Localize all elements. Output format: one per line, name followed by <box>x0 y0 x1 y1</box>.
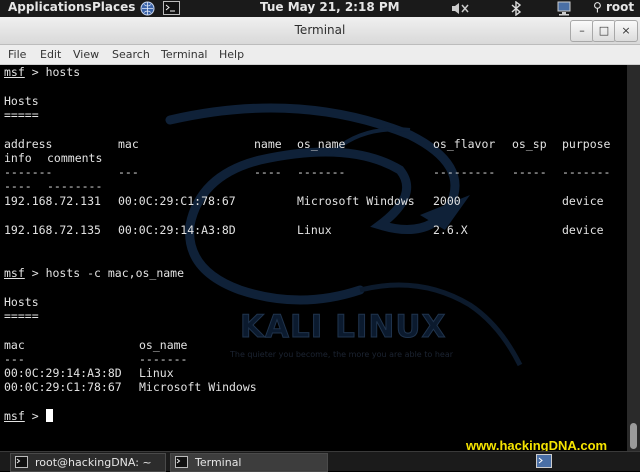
header-os-sp: os_sp <box>512 137 547 151</box>
globe-icon[interactable] <box>140 1 155 18</box>
menubar: File Edit View Search Terminal Help <box>0 45 640 65</box>
prompt-separator: > <box>24 65 46 79</box>
window-titlebar[interactable]: Terminal – □ × <box>0 17 640 45</box>
t2-row1-mac: 00:0C:29:14:A3:8D <box>4 366 122 380</box>
header-info: info <box>4 151 32 165</box>
command-text: hosts -c mac,os_name <box>45 266 185 280</box>
taskbar-item-terminal[interactable]: Terminal <box>170 453 328 472</box>
dash-os-flavor: --------- <box>433 165 496 179</box>
row2-mac: 00:0C:29:14:A3:8D <box>118 223 236 237</box>
applications-menu[interactable]: Applications <box>8 0 92 17</box>
terminal-icon <box>15 456 28 468</box>
dash-comments: -------- <box>47 179 103 193</box>
bluetooth-icon[interactable] <box>510 0 522 18</box>
user-menu[interactable]: ⚲ root <box>593 0 634 17</box>
t2-header-os-name: os_name <box>139 338 188 352</box>
t2-dash-mac: --- <box>4 352 25 366</box>
row2-address: 192.168.72.135 <box>4 223 101 237</box>
user-label: root <box>605 0 635 14</box>
row2-purpose: device <box>562 223 604 237</box>
row1-address: 192.168.72.131 <box>4 194 101 208</box>
hosts-heading-2: Hosts <box>4 295 39 309</box>
clock[interactable]: Tue May 21, 2:18 PM <box>260 0 400 17</box>
menu-view[interactable]: View <box>73 48 99 61</box>
volume-icon[interactable] <box>450 1 472 18</box>
terminal-area[interactable]: KALI LINUX The quieter you become, the m… <box>0 65 627 451</box>
maximize-button[interactable]: □ <box>592 20 616 42</box>
window-title: Terminal <box>294 23 346 37</box>
dash-os-sp: ----- <box>512 165 547 179</box>
top-panel: Applications Places Tue May 21, 2:18 PM … <box>0 0 640 17</box>
t2-row1-os-name: Linux <box>139 366 174 380</box>
header-address: address <box>4 137 53 151</box>
hosts-rule-2: ===== <box>4 309 39 323</box>
dash-mac: --- <box>118 165 139 179</box>
kali-wallpaper-brand: KALI LINUX <box>239 309 447 346</box>
row1-purpose: device <box>562 194 604 208</box>
header-name: name <box>254 137 282 151</box>
row2-os-flavor: 2.6.X <box>433 223 468 237</box>
user-icon: ⚲ <box>593 0 602 14</box>
bottom-panel: root@hackingDNA: ~ Terminal <box>0 451 640 472</box>
command-line-2: msf > hosts -c mac,os_name <box>4 266 184 280</box>
hosts-heading: Hosts <box>4 94 39 108</box>
row2-os-name: Linux <box>297 223 332 237</box>
header-os-name: os_name <box>297 137 346 151</box>
taskbar-label: root@hackingDNA: ~ <box>35 456 152 469</box>
menu-terminal[interactable]: Terminal <box>161 48 208 61</box>
msf-prompt: msf <box>4 65 25 79</box>
msf-prompt: msf <box>4 266 25 280</box>
row1-os-flavor: 2000 <box>433 194 461 208</box>
command-text: hosts <box>45 65 81 79</box>
kali-wallpaper-tagline: The quieter you become, the more you are… <box>230 350 454 359</box>
taskbar-item-root-shell[interactable]: root@hackingDNA: ~ <box>10 453 166 472</box>
header-mac: mac <box>118 137 139 151</box>
t2-dash-os-name: ------- <box>139 352 188 366</box>
terminal-icon[interactable] <box>163 1 180 18</box>
menu-file[interactable]: File <box>8 48 26 61</box>
row1-mac: 00:0C:29:C1:78:67 <box>118 194 236 208</box>
hosts-rule: ===== <box>4 108 39 122</box>
menu-help[interactable]: Help <box>219 48 244 61</box>
taskbar-label: Terminal <box>195 456 242 469</box>
msf-prompt: msf <box>4 409 25 423</box>
t2-header-mac: mac <box>4 338 25 352</box>
dash-os-name: ------- <box>297 165 346 179</box>
dash-address: ------- <box>4 165 53 179</box>
terminal-icon <box>175 456 188 468</box>
t2-row2-mac: 00:0C:29:C1:78:67 <box>4 380 122 394</box>
scrollbar-thumb[interactable] <box>630 423 637 449</box>
row1-os-name: Microsoft Windows <box>297 194 415 208</box>
header-comments: comments <box>47 151 103 165</box>
minimize-button[interactable]: – <box>570 20 594 42</box>
dash-info: ---- <box>4 179 32 193</box>
header-purpose: purpose <box>562 137 611 151</box>
workspace-switcher-icon[interactable] <box>536 454 552 468</box>
command-line-3[interactable]: msf > <box>4 409 53 423</box>
places-menu[interactable]: Places <box>92 0 135 17</box>
dash-purpose: ------- <box>562 165 611 179</box>
network-icon[interactable] <box>556 1 576 18</box>
dash-name: ---- <box>254 165 282 179</box>
t2-row2-os-name: Microsoft Windows <box>139 380 257 394</box>
terminal-scrollbar[interactable] <box>627 65 640 451</box>
close-button[interactable]: × <box>614 20 638 42</box>
text-cursor <box>45 409 53 422</box>
menu-edit[interactable]: Edit <box>40 48 61 61</box>
prompt-separator: > <box>24 266 46 280</box>
menu-search[interactable]: Search <box>112 48 150 61</box>
prompt-separator: > <box>24 409 46 423</box>
command-line-1: msf > hosts <box>4 65 80 79</box>
header-os-flavor: os_flavor <box>433 137 496 151</box>
